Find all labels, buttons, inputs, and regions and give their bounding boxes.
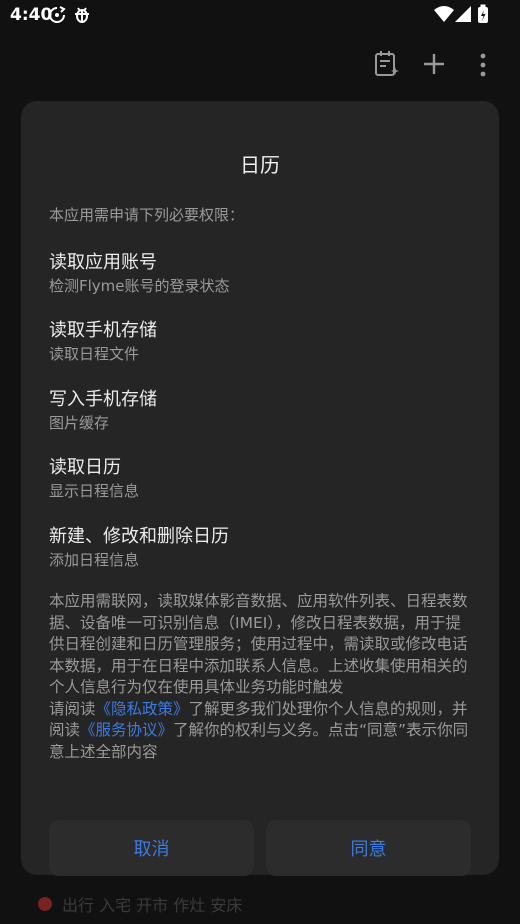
wifi-icon xyxy=(434,6,454,22)
permission-item: 读取日历 显示日程信息 xyxy=(49,456,139,501)
permission-desc: 显示日程信息 xyxy=(49,482,140,500)
permission-title: 读取手机存储 xyxy=(49,320,157,341)
add-icon[interactable] xyxy=(422,52,446,76)
permission-title: 读取应用账号 xyxy=(49,252,157,273)
cellular-signal-icon xyxy=(455,6,471,22)
more-options-icon[interactable] xyxy=(478,53,488,77)
permission-desc: 检测Flyme账号的登录状态 xyxy=(49,277,230,295)
permission-desc: 图片缓存 xyxy=(49,414,110,432)
permission-item: 读取手机存储 读取日程文件 xyxy=(49,319,157,364)
battery-charging-icon xyxy=(478,4,488,23)
permission-title: 新建、修改和删除日历 xyxy=(49,526,229,547)
permission-item: 写入手机存储 图片缓存 xyxy=(49,388,157,433)
permission-item: 读取应用账号 检测Flyme账号的登录状态 xyxy=(49,251,230,296)
background-almanac-text: 出行 入宅 开市 作灶 安床 xyxy=(62,896,243,915)
permission-desc: 读取日程文件 xyxy=(49,345,140,363)
notice-text: 本应用需联网，读取媒体影音数据、应用软件列表、日程表数据、设备唯一可识别信息（I… xyxy=(49,592,468,696)
permission-dialog: 日历 本应用需申请下列必要权限： 读取应用账号 检测Flyme账号的登录状态 读… xyxy=(21,101,499,876)
privacy-policy-link[interactable]: 《隐私政策》 xyxy=(96,700,189,718)
bug-icon xyxy=(75,7,89,23)
permission-title: 写入手机存储 xyxy=(49,389,157,410)
notice-read-prefix: 请阅读 xyxy=(49,699,96,718)
dialog-intro: 本应用需申请下列必要权限： xyxy=(49,206,245,224)
cancel-button[interactable]: 取消 xyxy=(49,820,254,876)
permission-desc: 添加日程信息 xyxy=(49,551,140,569)
sync-icon xyxy=(49,6,66,23)
background-badge-icon xyxy=(38,897,52,911)
status-time: 4:40 xyxy=(10,5,53,25)
status-bar: 4:40 xyxy=(0,0,520,30)
schedule-edit-icon[interactable] xyxy=(374,50,400,78)
permission-title: 读取日历 xyxy=(49,457,121,478)
service-agreement-link[interactable]: 《服务协议》 xyxy=(80,721,173,739)
agree-button[interactable]: 同意 xyxy=(266,820,471,876)
permission-item: 新建、修改和删除日历 添加日程信息 xyxy=(49,525,229,570)
privacy-notice: 本应用需联网，读取媒体影音数据、应用软件列表、日程表数据、设备唯一可识别信息（I… xyxy=(49,591,474,763)
dialog-title: 日历 xyxy=(240,153,280,177)
